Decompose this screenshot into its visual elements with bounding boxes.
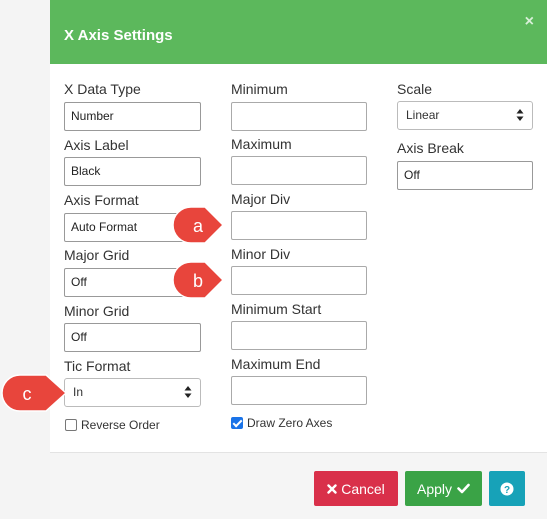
cancel-label: Cancel — [341, 480, 385, 497]
check-icon — [457, 483, 470, 494]
tic-format-select[interactable]: In — [64, 378, 201, 407]
maximum-label: Maximum — [231, 136, 292, 152]
callout-b-label: b — [193, 271, 203, 291]
help-glyph: ? — [504, 484, 510, 495]
x-data-type-label: X Data Type — [64, 81, 141, 97]
tic-format-label: Tic Format — [64, 358, 131, 374]
cancel-button[interactable]: Cancel — [314, 471, 398, 506]
major-grid-label: Major Grid — [64, 247, 130, 263]
axis-label-field[interactable]: Black — [64, 157, 201, 186]
dialog-title: X Axis Settings — [64, 27, 173, 44]
callout-a-icon: a — [172, 206, 225, 244]
minimum-field[interactable] — [231, 102, 367, 131]
x-data-type-field[interactable]: Number — [64, 102, 201, 131]
major-div-label: Major Div — [231, 191, 291, 207]
callout-c-label: c — [23, 384, 32, 404]
minor-grid-field[interactable]: Off — [64, 323, 201, 352]
minimum-label: Minimum — [231, 81, 288, 97]
times-icon — [327, 483, 337, 494]
callout-b-icon: b — [172, 261, 225, 299]
maximum-field[interactable] — [231, 156, 367, 185]
x-axis-settings-dialog: X Axis Settings × X Data Type Number Axi… — [50, 0, 547, 519]
callout-a-label: a — [193, 216, 204, 236]
maximum-end-label: Maximum End — [231, 356, 321, 372]
major-div-field[interactable] — [231, 211, 367, 240]
background-strip — [0, 0, 50, 519]
minor-div-label: Minor Div — [231, 246, 291, 262]
axis-format-label: Axis Format — [64, 192, 139, 208]
up-down-arrows-icon — [516, 109, 524, 121]
minimum-start-label: Minimum Start — [231, 301, 322, 317]
minor-div-field[interactable] — [231, 266, 367, 295]
help-button[interactable]: ? — [489, 471, 525, 506]
minimum-start-field[interactable] — [231, 321, 367, 350]
close-icon[interactable]: × — [525, 13, 534, 31]
minor-grid-label: Minor Grid — [64, 303, 130, 319]
up-down-arrows-icon — [184, 386, 192, 398]
callout-c-icon: c — [1, 374, 68, 412]
question-circle-icon: ? — [500, 482, 514, 495]
dialog-header: X Axis Settings × — [50, 0, 547, 64]
axis-label-label: Axis Label — [64, 137, 129, 153]
scale-select[interactable]: Linear — [397, 101, 533, 130]
axis-break-label: Axis Break — [397, 140, 464, 156]
draw-zero-axes-label: Draw Zero Axes — [247, 416, 333, 430]
draw-zero-axes-box[interactable] — [231, 417, 243, 429]
draw-zero-axes-checkbox[interactable]: Draw Zero Axes — [231, 416, 332, 430]
maximum-end-field[interactable] — [231, 376, 367, 405]
scale-label: Scale — [397, 81, 433, 97]
scale-value: Linear — [406, 108, 440, 122]
tic-format-value: In — [73, 385, 84, 399]
reverse-order-label: Reverse Order — [81, 418, 160, 432]
apply-button[interactable]: Apply — [405, 471, 482, 506]
dialog-footer: Cancel Apply ? — [50, 452, 547, 519]
apply-label: Apply — [416, 480, 453, 497]
axis-break-field[interactable]: Off — [397, 161, 533, 190]
reverse-order-checkbox[interactable]: Reverse Order — [65, 418, 160, 432]
reverse-order-box[interactable] — [65, 419, 77, 431]
